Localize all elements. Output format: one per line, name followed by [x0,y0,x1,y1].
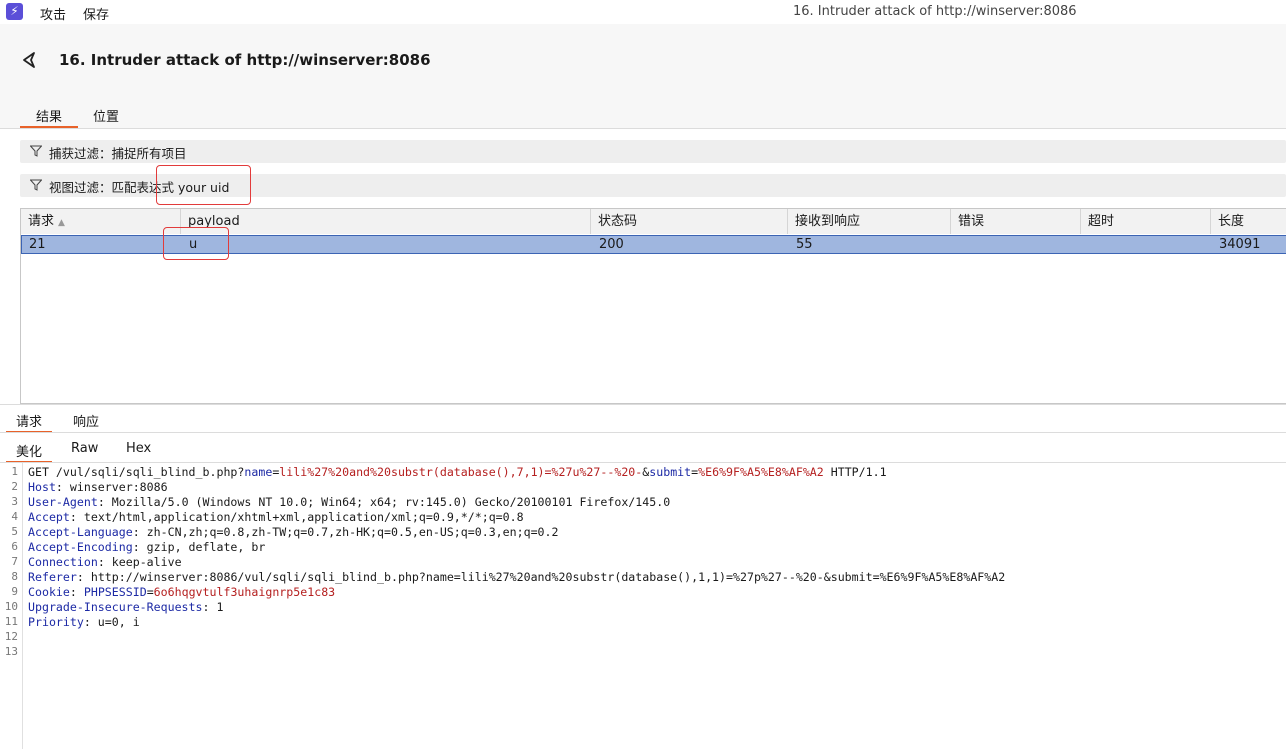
header-line: Accept-Language: zh-CN,zh;q=0.8,zh-TW;q=… [28,525,559,539]
cell-received: 55 [796,237,813,252]
line-number: 9 [11,585,18,598]
tab-pretty[interactable]: 美化 [5,441,53,463]
column-header-payload[interactable]: payload [181,209,591,234]
line-number-gutter: 1 2 3 4 5 6 7 8 9 10 11 12 13 [0,463,23,749]
tab-raw[interactable]: Raw [71,441,98,456]
line-number: 4 [11,510,18,523]
cell-status: 200 [599,237,624,252]
line-number: 8 [11,570,18,583]
cell-request: 21 [29,237,46,252]
window-title: 16. Intruder attack of http://winserver:… [793,4,1077,19]
request-line: GET /vul/sqli/sqli_blind_b.php?name=lili… [28,465,887,479]
line-number: 10 [4,600,18,613]
column-header-received[interactable]: 接收到响应 [788,209,951,234]
capture-filter-label: 捕获过滤：捕捉所有项目 [49,146,187,161]
header-line: Upgrade-Insecure-Requests: 1 [28,600,224,614]
header-line: Accept-Encoding: gzip, deflate, br [28,540,266,554]
line-number: 12 [4,630,18,643]
line-number: 7 [11,555,18,568]
panel-divider[interactable] [0,404,1286,405]
capture-filter-bar[interactable]: 捕获过滤：捕捉所有项目 [20,140,1286,163]
header-line: Host: winserver:8086 [28,480,168,494]
column-header-error[interactable]: 错误 [951,209,1081,234]
line-number: 13 [4,645,18,658]
header-line: User-Agent: Mozilla/5.0 (Windows NT 10.0… [28,495,671,509]
request-editor[interactable]: 1 2 3 4 5 6 7 8 9 10 11 12 13 GET /vul/s… [0,463,1286,749]
tab-divider [0,128,1286,129]
cell-length: 34091 [1219,237,1261,252]
line-number: 11 [4,615,18,628]
filter-icon [30,145,42,157]
annotation-highlight [156,165,251,205]
column-header-timeout[interactable]: 超时 [1081,209,1211,234]
tab-hex[interactable]: Hex [126,441,151,456]
app-logo-icon: ⚡ [6,3,23,20]
annotation-highlight [163,227,229,260]
attack-header [0,24,1286,128]
back-icon[interactable] [20,50,40,70]
header-line: Accept: text/html,application/xhtml+xml,… [28,510,524,524]
line-number: 5 [11,525,18,538]
menu-attack[interactable]: 攻击 [40,4,66,23]
tab-positions[interactable]: 位置 [93,106,119,125]
tab-divider [0,432,1286,433]
line-number: 3 [11,495,18,508]
filter-icon [30,179,42,191]
page-title: 16. Intruder attack of http://winserver:… [59,51,431,69]
line-number: 6 [11,540,18,553]
tab-results[interactable]: 结果 [20,106,78,128]
header-line: Priority: u=0, i [28,615,140,629]
tab-request[interactable]: 请求 [5,411,53,433]
column-header-length[interactable]: 长度 [1211,209,1286,234]
column-header-request[interactable]: 请求 ▲ [21,209,181,234]
column-header-status[interactable]: 状态码 [591,209,788,234]
header-line: Connection: keep-alive [28,555,182,569]
title-bar: ⚡ 攻击 保存 16. Intruder attack of http://wi… [0,0,1286,24]
line-number: 1 [11,465,18,478]
tab-response[interactable]: 响应 [73,411,99,430]
header-line: Referer: http://winserver:8086/vul/sqli/… [28,570,1006,584]
line-number: 2 [11,480,18,493]
menu-save[interactable]: 保存 [83,4,109,23]
header-line: Cookie: PHPSESSID=6o6hqgvtulf3uhaignrp5e… [28,585,336,599]
sort-asc-icon: ▲ [58,218,65,228]
